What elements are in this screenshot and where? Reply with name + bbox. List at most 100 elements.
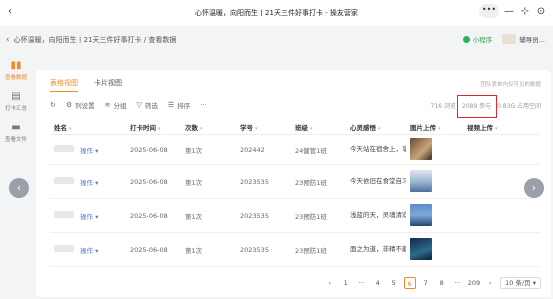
- table-header: 姓名 ▾ 打卡时间 ▾ 次数 ▾ 学号 ▾ 班级 ▾ 心灵感悟 ▾ 图片上传 ▾ 视频上传 ▾: [50, 120, 540, 135]
- thumbnail-image[interactable]: [410, 203, 432, 226]
- sidebar-item-view-data[interactable]: ▮▮ 查看数据: [0, 60, 32, 81]
- student-id-cell: 2023535: [240, 245, 269, 254]
- row-action-button[interactable]: 操作 ▾: [76, 177, 126, 187]
- visibility-hint: 团队表单内仅可见的数据: [480, 82, 541, 88]
- row-action-button[interactable]: 操作 ▾: [76, 245, 126, 255]
- image-cell[interactable]: [406, 203, 463, 228]
- chevron-left-icon[interactable]: ‹: [6, 35, 10, 45]
- redacted-name: [54, 245, 74, 252]
- col-student-id[interactable]: 学号 ▾: [236, 122, 291, 132]
- mini-program-link[interactable]: 小程序: [462, 34, 493, 44]
- sort-icon: ▾: [438, 126, 441, 132]
- image-cell[interactable]: [406, 169, 463, 194]
- folder-icon: ▬: [11, 122, 21, 133]
- col-class-label: 班级: [295, 124, 308, 132]
- table-toolbar: ↻ ⚙ 列设置 ≋ 分组 ▽ 筛选 ☰ 排序 ···: [50, 100, 206, 110]
- more-menu-button[interactable]: •••: [479, 4, 499, 18]
- col-time[interactable]: 打卡时间 ▾: [126, 122, 181, 132]
- time-cell: 2025-06-08: [130, 245, 168, 254]
- time-cell: 2025-06-08: [130, 145, 168, 154]
- class-cell: 24健管1班: [295, 146, 327, 155]
- gear-icon: ⚙: [65, 101, 73, 109]
- more-button[interactable]: ···: [200, 101, 206, 109]
- sort-icon: ▾: [310, 126, 313, 132]
- row-action-button[interactable]: 操作 ▾: [76, 211, 126, 221]
- col-video[interactable]: 视频上传 ▾: [463, 122, 540, 132]
- page-1[interactable]: 1: [340, 277, 352, 289]
- minimize-button[interactable]: —: [503, 6, 515, 17]
- back-icon[interactable]: ‹: [8, 6, 12, 17]
- sort-icon: ▾: [200, 126, 203, 132]
- table-row[interactable]: 操作 ▾ 2025-06-08 第1次 202442 24健管1班 今天站在宿舍…: [50, 135, 540, 165]
- col-class[interactable]: 班级 ▾: [291, 122, 346, 132]
- page-4[interactable]: 4: [372, 277, 384, 289]
- table-row[interactable]: 操作 ▾ 2025-06-08 第1次 2023535 23预防1班 浅蓝的天，…: [50, 199, 540, 233]
- redacted-name: [54, 177, 74, 184]
- sidebar-item-view-files[interactable]: ▬ 查看文件: [0, 122, 32, 143]
- page-7[interactable]: 7: [420, 277, 432, 289]
- row-action-label: 操作: [80, 146, 93, 155]
- bar-chart-icon: ▮▮: [10, 60, 22, 71]
- page-ellipsis[interactable]: ···: [452, 277, 464, 289]
- mini-program-icon: [462, 35, 470, 43]
- time-cell: 2025-06-08: [130, 211, 168, 220]
- sort-icon: ▾: [495, 126, 498, 132]
- col-reflection[interactable]: 心灵感悟 ▾: [346, 122, 406, 132]
- sort-icon: ▾: [69, 126, 72, 132]
- class-cell: 23预防1班: [295, 178, 327, 187]
- sidebar-item-checkin-summary[interactable]: ▤ 打卡汇总: [0, 91, 32, 112]
- storage-usage: 0.83G 占用空间: [497, 103, 541, 110]
- column-settings-button[interactable]: ⚙ 列设置: [66, 100, 95, 110]
- sort-icon: ▾: [158, 126, 161, 132]
- redacted-name: [54, 145, 74, 152]
- user-menu[interactable]: 辅导员...: [502, 34, 545, 44]
- tab-card-view[interactable]: 卡片视图: [94, 78, 122, 92]
- thumbnail-image[interactable]: [410, 169, 432, 192]
- col-image[interactable]: 图片上传 ▾: [406, 122, 463, 132]
- next-arrow-button[interactable]: ›: [524, 178, 544, 198]
- count-cell: 第1次: [185, 212, 203, 221]
- window-controls: ••• — ⊹ ⊙: [479, 4, 547, 18]
- col-count[interactable]: 次数 ▾: [181, 122, 236, 132]
- name-cell: [50, 211, 76, 220]
- prev-arrow-button[interactable]: ‹: [9, 178, 29, 198]
- page-209[interactable]: 209: [468, 277, 480, 289]
- thumbnail-image[interactable]: [410, 137, 432, 160]
- page-ellipsis[interactable]: ···: [356, 277, 368, 289]
- filter-button[interactable]: ▽ 筛选: [137, 100, 158, 110]
- class-cell: 23预防1班: [295, 246, 327, 255]
- sort-icon: ▾: [255, 126, 258, 132]
- class-cell: 23预防1班: [295, 212, 327, 221]
- sort-icon: ☰: [167, 101, 175, 109]
- image-cell[interactable]: [406, 237, 463, 262]
- refresh-button[interactable]: ↻: [50, 101, 56, 109]
- close-button[interactable]: ⊙: [535, 6, 547, 17]
- count-cell: 第1次: [185, 246, 203, 255]
- filter-icon: ▽: [136, 101, 142, 109]
- page-6-current[interactable]: 6: [403, 277, 416, 289]
- table-row[interactable]: 操作 ▾ 2025-06-08 第1次 2023535 23预防1班 今天依旧在…: [50, 165, 540, 199]
- page-5[interactable]: 5: [388, 277, 400, 289]
- image-cell[interactable]: [406, 137, 463, 162]
- col-name[interactable]: 姓名 ▾: [50, 122, 76, 132]
- next-page-button[interactable]: ›: [484, 277, 496, 289]
- sidebar-item-label: 打卡汇总: [4, 106, 27, 112]
- tab-table-view[interactable]: 表格视图: [50, 78, 78, 92]
- prev-page-button[interactable]: ‹: [324, 277, 336, 289]
- page-size-select[interactable]: 10 条/页 ▾: [500, 277, 541, 289]
- row-action-label: 操作: [80, 178, 93, 187]
- mini-program-label: 小程序: [472, 36, 493, 44]
- page-8[interactable]: 8: [436, 277, 448, 289]
- group-button[interactable]: ≋ 分组: [105, 100, 127, 110]
- row-action-button[interactable]: 操作 ▾: [76, 145, 126, 155]
- page-size-label: 10 条/页: [505, 279, 531, 287]
- pin-button[interactable]: ⊹: [519, 6, 531, 17]
- window-titlebar: ‹ 心怀温暖，向阳而生丨21天三件好事打卡 - 操友营家 ••• — ⊹ ⊙: [0, 0, 553, 26]
- thumbnail-image[interactable]: [410, 237, 432, 260]
- row-action-label: 操作: [80, 212, 93, 221]
- group-icon: ≋: [104, 101, 111, 109]
- clipboard-icon: ▤: [11, 91, 21, 102]
- table-row[interactable]: 操作 ▾ 2025-06-08 第1次 2023535 23预防1班 面之为道，…: [50, 233, 540, 267]
- time-cell: 2025-06-08: [130, 177, 168, 186]
- sort-button[interactable]: ☰ 排序: [168, 100, 190, 110]
